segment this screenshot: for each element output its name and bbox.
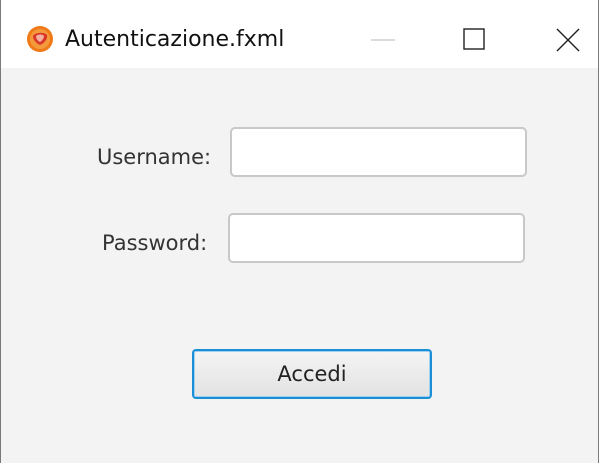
close-button[interactable] — [550, 22, 586, 58]
window-title: Autenticazione.fxml — [65, 27, 285, 52]
username-field[interactable] — [230, 127, 527, 177]
title-bar[interactable]: Autenticazione.fxml — [1, 0, 598, 68]
app-icon — [26, 25, 54, 53]
password-field[interactable] — [228, 213, 525, 263]
minimize-icon — [371, 39, 395, 41]
login-form: Username: Password: Accedi — [1, 68, 598, 463]
close-icon — [556, 28, 580, 52]
accedi-button[interactable]: Accedi — [192, 349, 432, 399]
minimize-button[interactable] — [365, 22, 401, 58]
app-window: Autenticazione.fxml Username: Password: … — [0, 0, 599, 463]
maximize-button[interactable] — [457, 22, 493, 58]
maximize-icon — [463, 28, 485, 50]
password-label: Password: — [102, 231, 208, 255]
username-label: Username: — [97, 145, 212, 169]
